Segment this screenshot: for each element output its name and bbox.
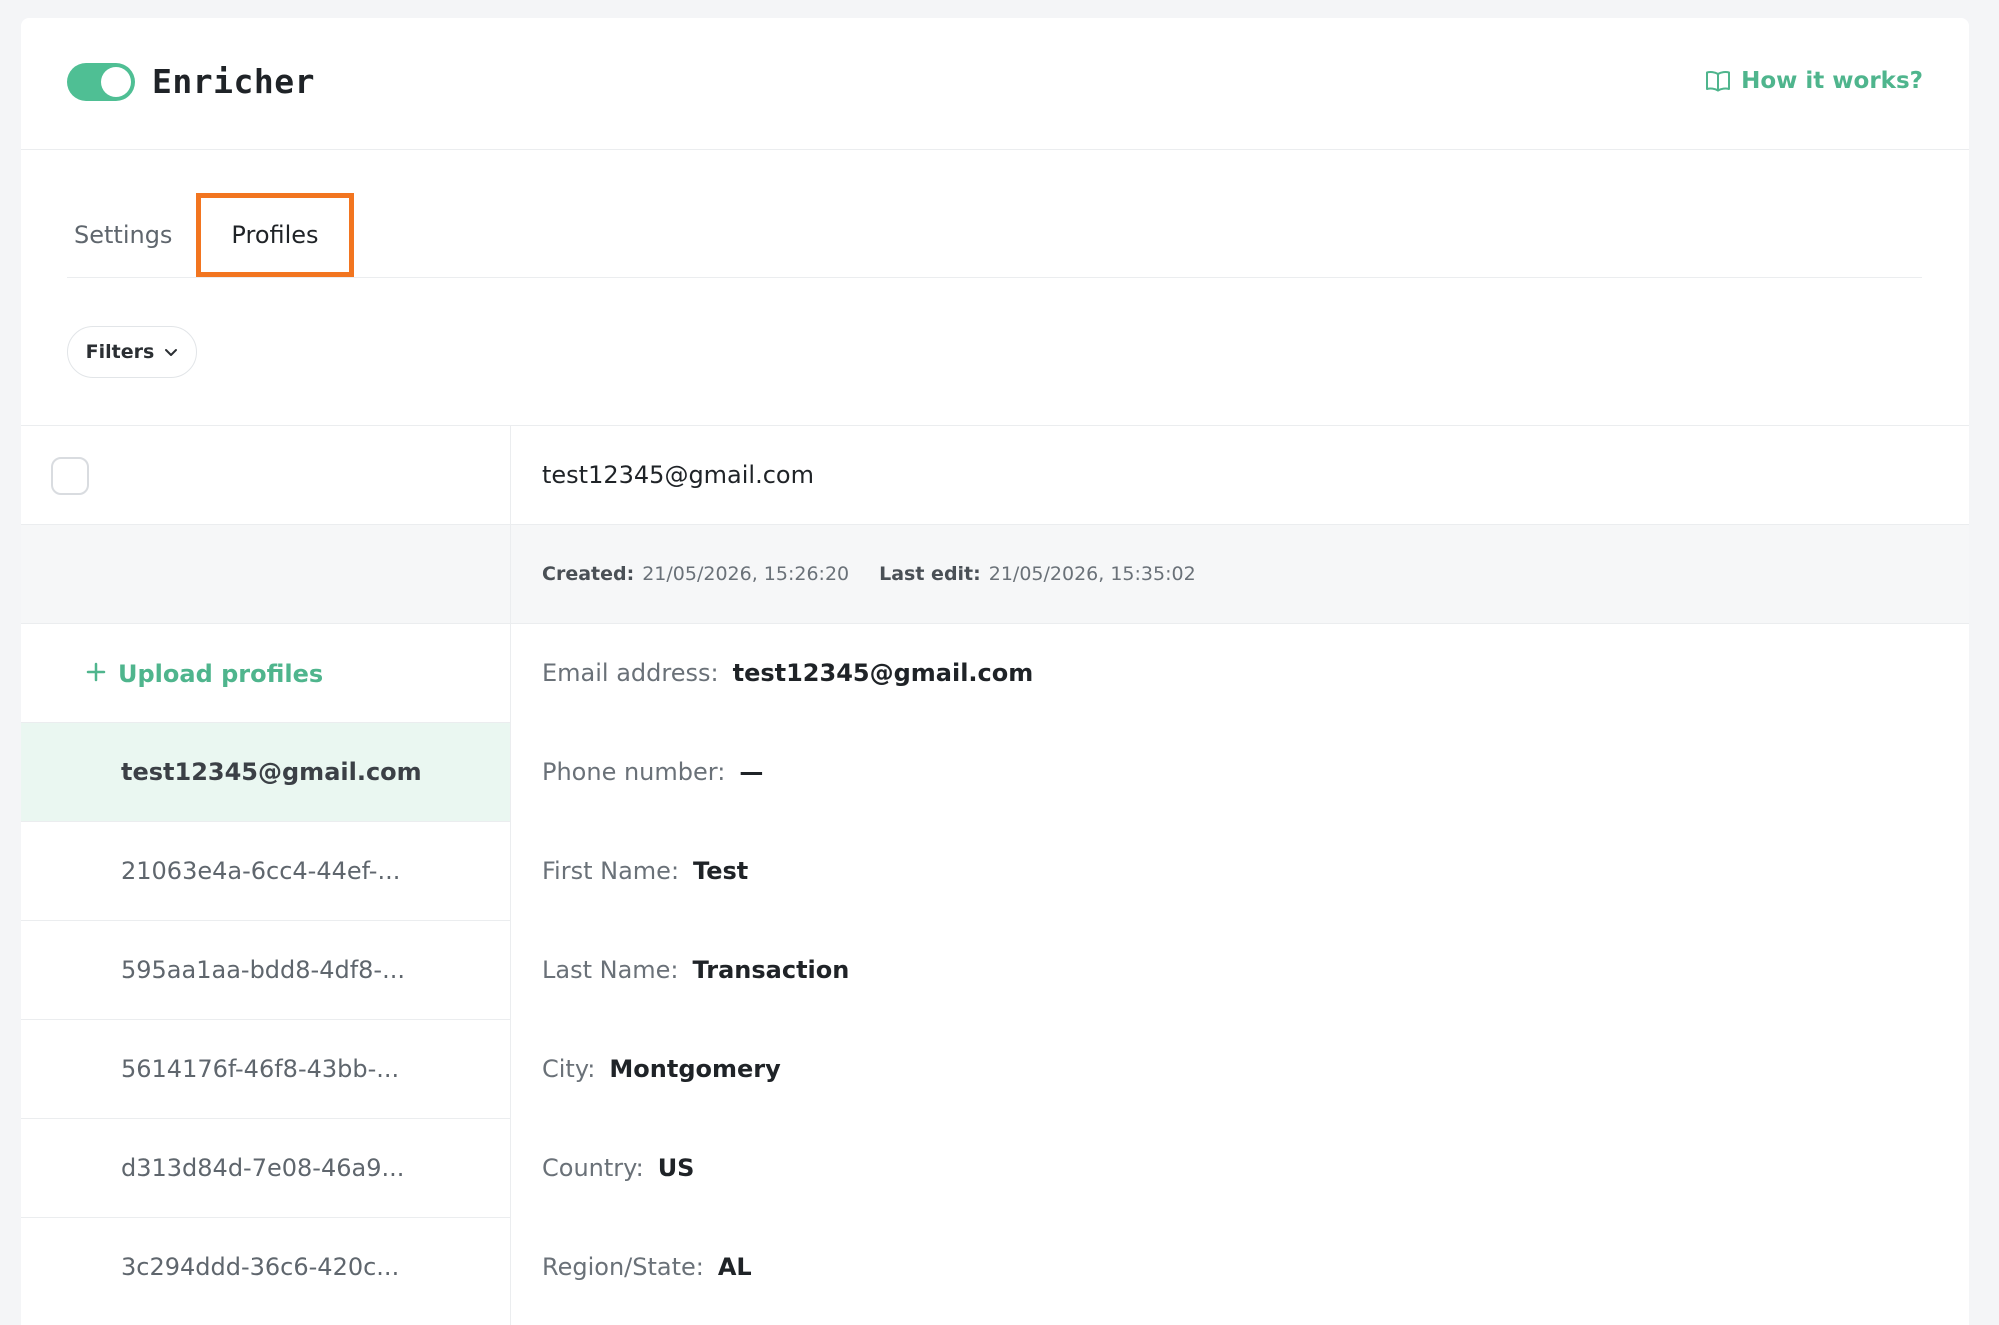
profile-list-item[interactable]: d313d84d-7e08-46a9... (21, 1119, 510, 1218)
app-title: Enricher (152, 62, 315, 101)
detail-value: Test (693, 857, 749, 885)
profile-list-item[interactable]: 21063e4a-6cc4-44ef-... (21, 822, 510, 921)
book-icon (1705, 70, 1731, 92)
profile-meta: Created: 21/05/2026, 15:26:20 Last edit: 21… (542, 525, 1196, 624)
select-all-checkbox[interactable] (51, 457, 89, 495)
plus-icon (86, 660, 106, 688)
detail-label: Country: (542, 1154, 644, 1182)
profile-list-item[interactable]: 595aa1aa-bdd8-4df8-... (21, 921, 510, 1020)
sidebar-meta-spacer (21, 525, 510, 624)
filters-button[interactable]: Filters (67, 326, 197, 378)
tab-settings[interactable]: Settings (74, 193, 172, 277)
detail-label: First Name: (542, 857, 680, 885)
detail-value: Transaction (692, 956, 850, 984)
profiles-table: Upload profiles test12345@gmail.com 2106… (21, 425, 1969, 1325)
enricher-toggle[interactable] (67, 63, 135, 101)
detail-country: Country: US (542, 1119, 694, 1218)
profiles-sidebar: Upload profiles test12345@gmail.com 2106… (21, 426, 511, 1325)
detail-value: US (657, 1154, 695, 1182)
upload-profiles-label: Upload profiles (118, 659, 324, 688)
created-label: Created: (542, 563, 635, 585)
last-edit-label: Last edit: (879, 563, 981, 585)
detail-value: test12345@gmail.com (732, 659, 1034, 687)
detail-label: Region/State: (542, 1253, 704, 1281)
detail-last-name: Last Name: Transaction (542, 921, 849, 1020)
profile-list-item-label: 5614176f-46f8-43bb-... (121, 1055, 400, 1083)
how-it-works-link[interactable]: How it works? (1705, 68, 1923, 94)
app-header: Enricher How it works? (21, 18, 1969, 150)
how-it-works-label: How it works? (1741, 68, 1923, 94)
chevron-down-icon (164, 341, 178, 363)
profile-header-row: test12345@gmail.com (511, 426, 1969, 525)
enricher-card: Enricher How it works? Settings Profiles… (21, 18, 1969, 1325)
detail-label: City: (542, 1055, 596, 1083)
profile-header-email: test12345@gmail.com (542, 461, 814, 489)
select-all-row (21, 426, 510, 525)
detail-value: AL (717, 1253, 752, 1281)
last-edit-value: 21/05/2026, 15:35:02 (988, 563, 1196, 585)
tab-bar: Settings Profiles (67, 193, 1922, 278)
detail-first-name: First Name: Test (542, 822, 748, 921)
detail-city: City: Montgomery (542, 1020, 781, 1119)
upload-profiles-button[interactable]: Upload profiles (86, 624, 323, 723)
detail-value: — (739, 758, 764, 786)
profile-list-item[interactable]: test12345@gmail.com (21, 723, 510, 822)
detail-value: Montgomery (609, 1055, 781, 1083)
detail-label: Last Name: (542, 956, 679, 984)
profile-list-item-label: test12345@gmail.com (121, 758, 422, 786)
detail-phone: Phone number: — (542, 723, 763, 822)
profile-list-item-label: 21063e4a-6cc4-44ef-... (121, 857, 401, 885)
toggle-knob (101, 67, 131, 97)
filters-label: Filters (85, 341, 155, 363)
detail-label: Phone number: (542, 758, 726, 786)
detail-email: Email address: test12345@gmail.com (542, 624, 1033, 723)
profile-list-item[interactable]: 3c294ddd-36c6-420c... (21, 1218, 510, 1317)
detail-label: Email address: (542, 659, 719, 687)
profile-meta-row: Created: 21/05/2026, 15:26:20 Last edit: 21… (511, 525, 1969, 624)
tab-profiles[interactable]: Profiles (196, 193, 354, 277)
profile-list-item-label: 3c294ddd-36c6-420c... (121, 1253, 400, 1281)
profile-details: test12345@gmail.com Created: 21/05/2026, … (511, 426, 1969, 1325)
profile-list-item-label: 595aa1aa-bdd8-4df8-... (121, 956, 405, 984)
profile-list-item-label: d313d84d-7e08-46a9... (121, 1154, 405, 1182)
detail-region: Region/State: AL (542, 1218, 752, 1317)
upload-row: Upload profiles (21, 624, 510, 723)
created-value: 21/05/2026, 15:26:20 (642, 563, 850, 585)
profile-list-item[interactable]: 5614176f-46f8-43bb-... (21, 1020, 510, 1119)
